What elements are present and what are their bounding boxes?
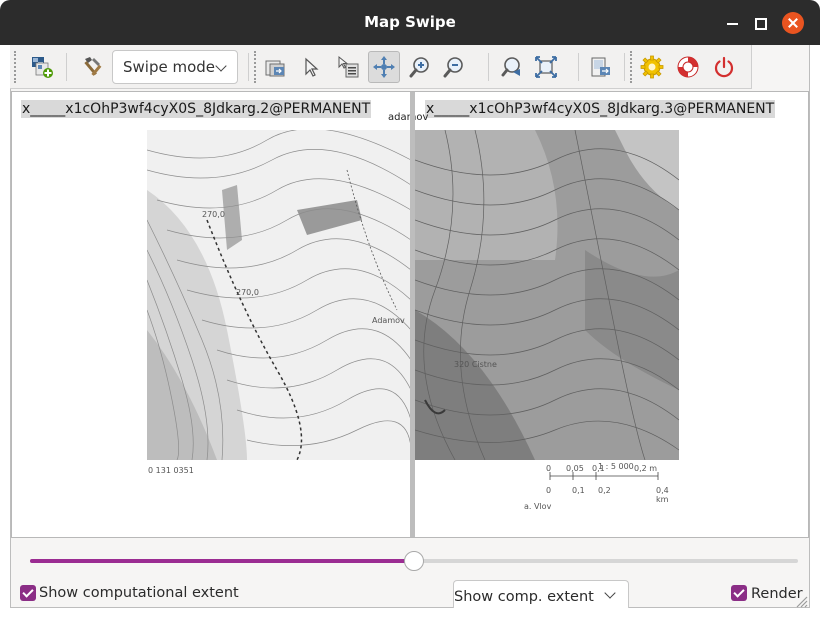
scale-tick-2: 0,1 [592, 464, 605, 473]
zoom-in-icon [409, 57, 429, 78]
swipe-mode-label: Swipe mode [123, 58, 216, 76]
zoom-extent-icon [535, 56, 557, 78]
add-layers-button[interactable] [26, 51, 58, 83]
pointer-button[interactable] [296, 51, 328, 83]
help-lifebuoy-icon [677, 56, 699, 78]
scale-ticks-top: 0 0,05 0,1 0,2 m [546, 464, 676, 474]
zoom-to-layers-button[interactable] [260, 51, 292, 83]
zoom-back-button[interactable] [496, 51, 528, 83]
map-left-raster [147, 130, 411, 460]
show-extent-label: Show computational extent [39, 585, 239, 601]
pan-button[interactable] [368, 51, 400, 83]
chevron-down-icon [604, 587, 616, 599]
scale-tick-km-2: 0,2 [598, 486, 611, 495]
scale-ticks-bottom: 0 0,1 0,2 0,4 km [546, 486, 676, 504]
zoom-back-icon [501, 57, 520, 77]
swipe-mode-combo[interactable]: Swipe mode [112, 50, 238, 84]
map-label-spot: 270,0 [202, 210, 225, 219]
map-right-raster [415, 130, 679, 460]
quit-power-icon [714, 56, 734, 78]
map-canvas[interactable]: x_____x1cOhP3wf4cyX0S_8Jdkarg.2@PERMANEN… [11, 91, 809, 538]
settings-button[interactable] [76, 51, 108, 83]
scale-tick-km-0: 0 [546, 486, 552, 495]
map-label-spot-2: 270,0 [236, 288, 259, 297]
pan-icon [373, 56, 395, 78]
swipe-slider-fill [30, 559, 414, 563]
map-label-bottom-left: 0 131 0351 [148, 466, 194, 475]
chevron-down-icon [215, 60, 227, 72]
window-title: Map Swipe [364, 13, 456, 31]
map-label-right: 320 Cistne [454, 360, 497, 369]
left-layer-label: x_____x1cOhP3wf4cyX0S_8Jdkarg.2@PERMANEN… [21, 100, 372, 118]
zoom-out-button[interactable] [438, 51, 470, 83]
minimize-button[interactable] [724, 14, 742, 32]
zoom-to-layers-icon [265, 60, 285, 77]
map-label-top: adamov [388, 112, 429, 123]
export-map-button[interactable] [584, 51, 616, 83]
export-map-icon [591, 57, 610, 77]
zoom-extent-button[interactable] [530, 51, 562, 83]
scale-tick-1: 0,05 [566, 464, 584, 473]
resize-grip-icon[interactable] [792, 592, 808, 608]
extent-combo[interactable]: Show comp. extent [453, 580, 629, 608]
map-label-bottom-right: a. Vlov [524, 502, 552, 511]
render-checkbox[interactable] [731, 585, 747, 601]
settings-hammer-icon [84, 57, 102, 76]
toolbar-grip-2[interactable] [254, 51, 258, 83]
right-layer-label: x_____x1cOhP3wf4cyX0S_8Jdkarg.3@PERMANEN… [425, 100, 776, 118]
swipe-slider-handle[interactable] [404, 551, 424, 571]
preferences-button[interactable] [636, 51, 668, 83]
query-icon [338, 55, 359, 78]
map-label-mid: Adamov [372, 316, 405, 325]
add-layers-icon [32, 57, 53, 78]
swipe-divider[interactable] [410, 92, 415, 537]
show-extent-checkbox[interactable] [20, 585, 36, 601]
scale-tick-3: 0,2 m [634, 464, 658, 473]
help-button[interactable] [672, 51, 704, 83]
scale-tick-km-1: 0,1 [572, 486, 585, 495]
close-button[interactable] [782, 12, 804, 34]
query-button[interactable] [332, 51, 364, 83]
extent-combo-value: Show comp. extent [454, 589, 594, 605]
pointer-icon [305, 57, 319, 77]
maximize-button[interactable] [751, 14, 769, 32]
title-bar: Map Swipe [0, 0, 820, 45]
quit-button[interactable] [708, 51, 740, 83]
zoom-out-icon [443, 57, 463, 78]
toolbar-grip[interactable] [14, 51, 18, 83]
preferences-gear-icon [640, 55, 664, 79]
scale-tick-0: 0 [546, 464, 552, 473]
scale-tick-km-3: 0,4 km [656, 486, 669, 504]
zoom-in-button[interactable] [404, 51, 436, 83]
toolbar-grip-3[interactable] [630, 51, 634, 83]
